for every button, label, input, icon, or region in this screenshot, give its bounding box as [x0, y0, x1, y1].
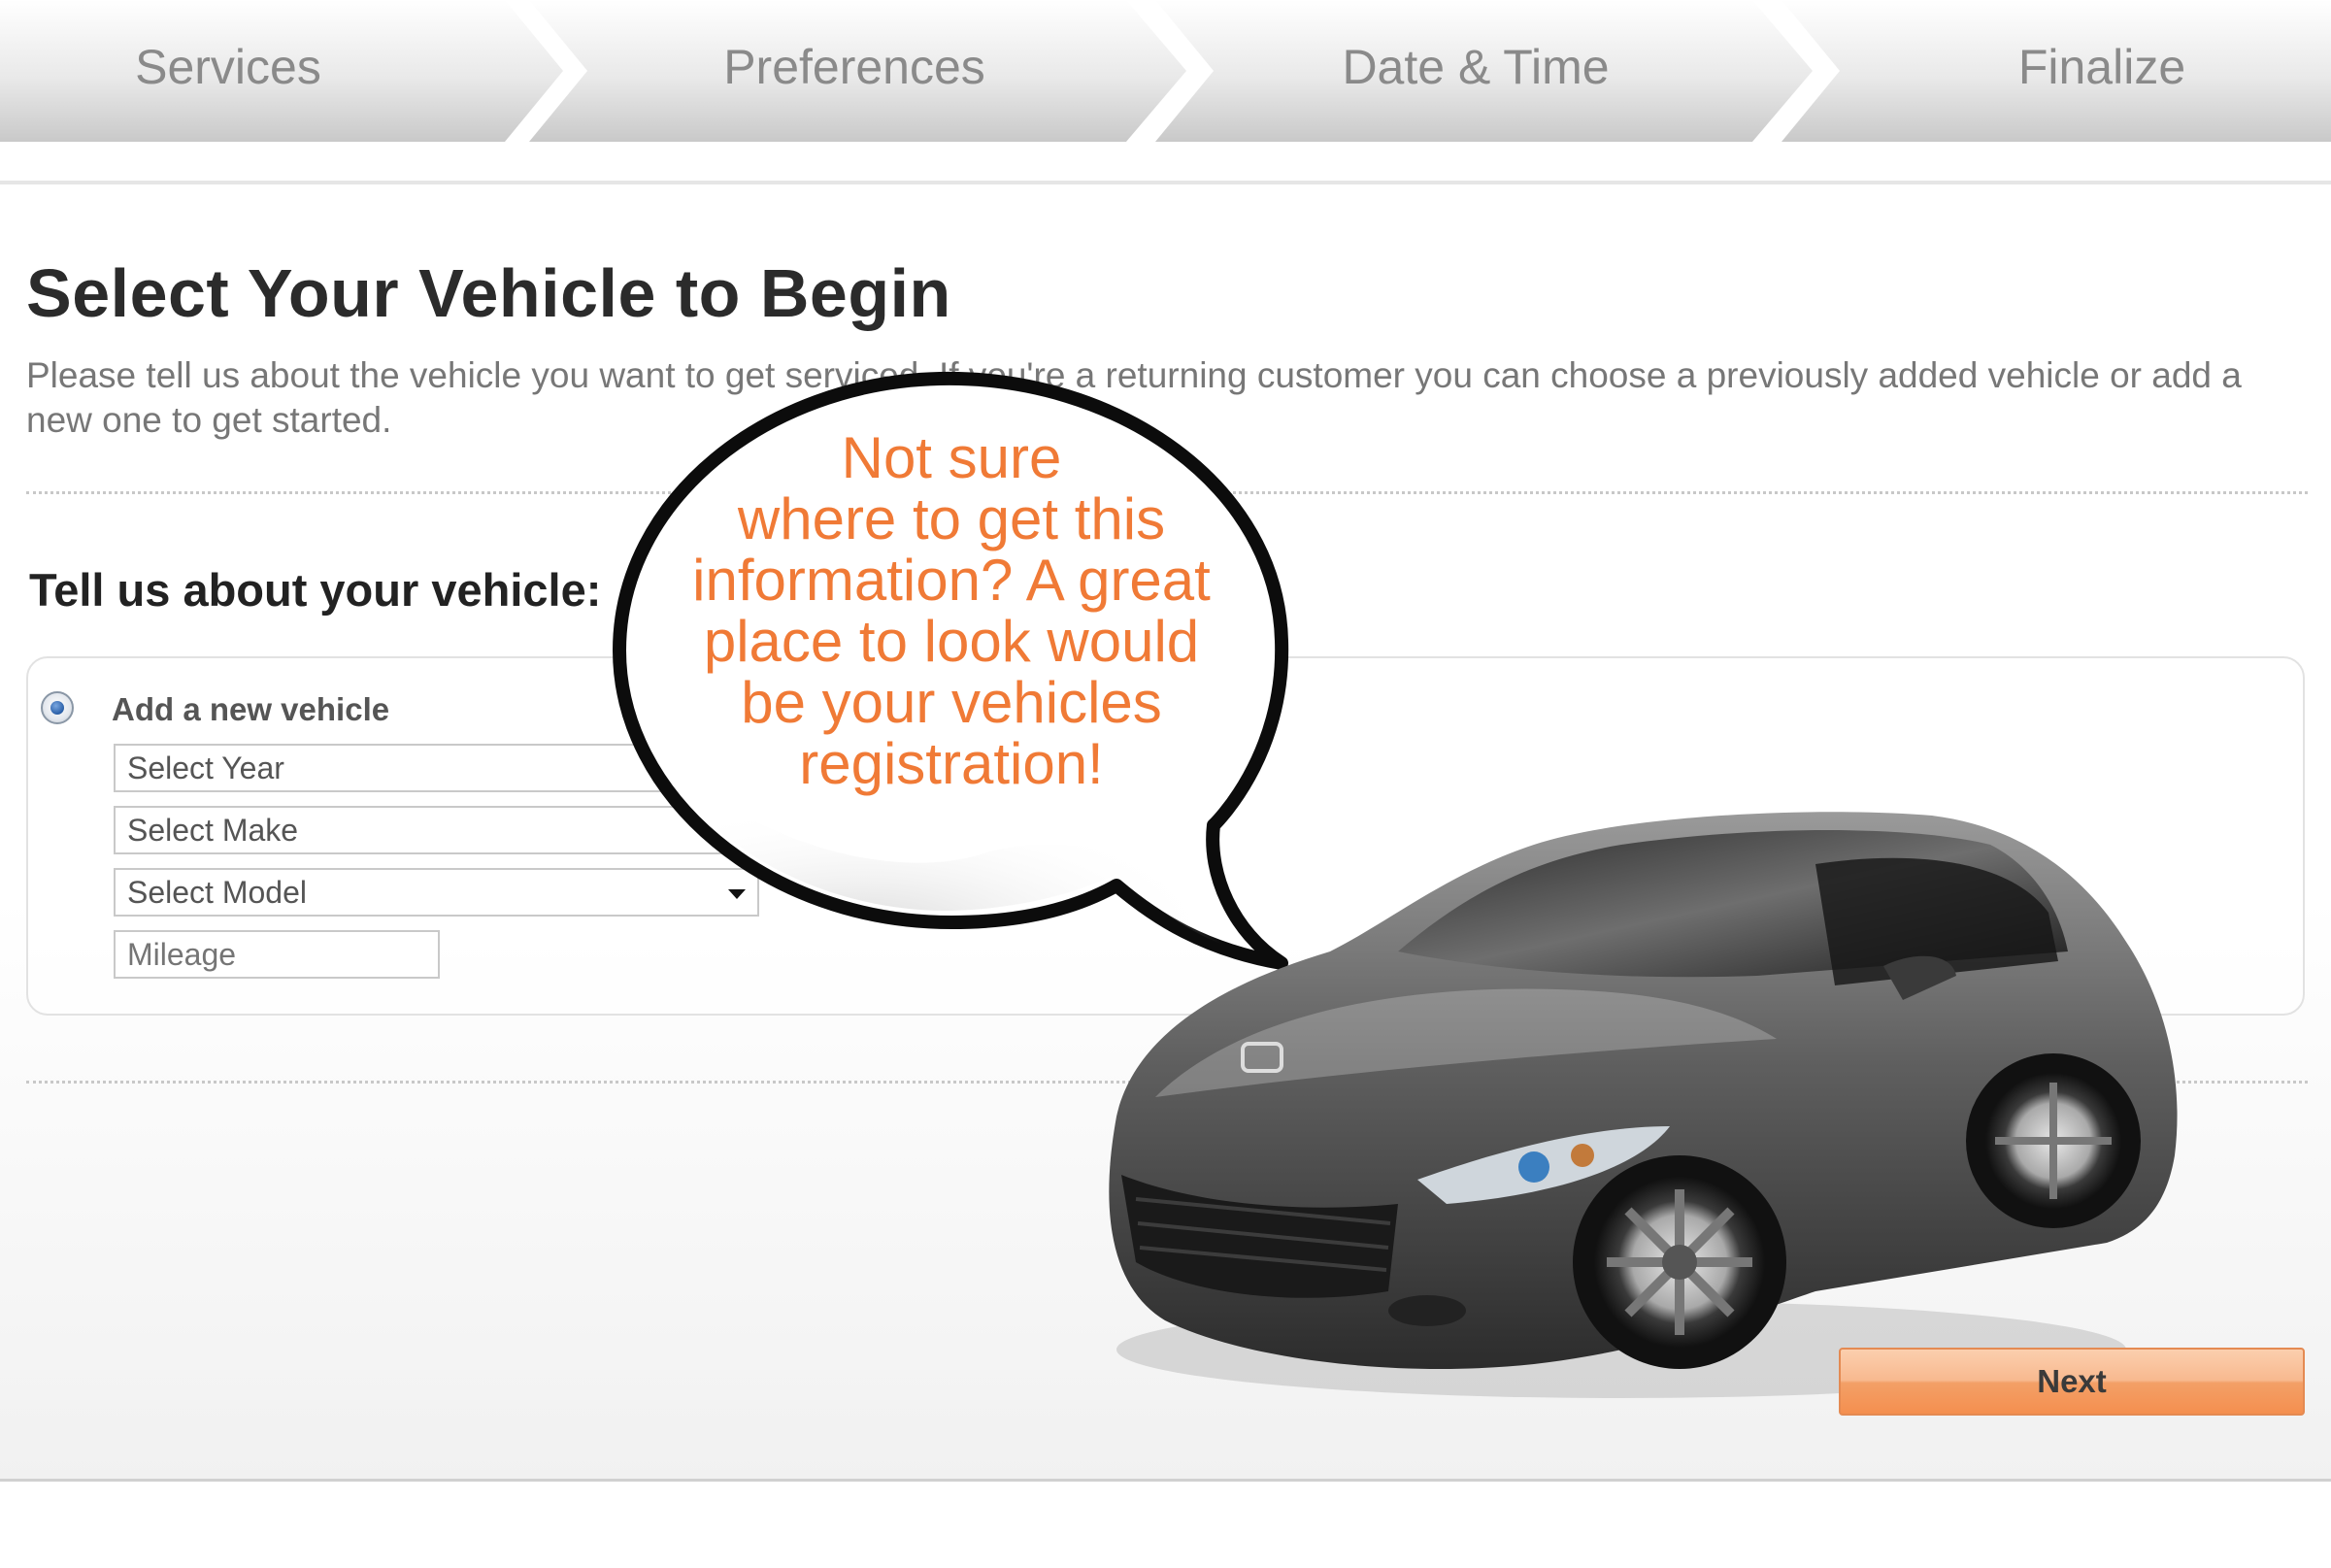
step-finalize[interactable]: Finalize	[1932, 33, 2272, 101]
select-make-value: Select Make	[127, 813, 299, 848]
step-preferences[interactable]: Preferences	[670, 33, 1039, 101]
step-progress-bar: Services Preferences Date & Time Finaliz…	[0, 0, 2331, 146]
callout-line-6: registration!	[799, 731, 1104, 796]
select-year-value: Select Year	[127, 751, 284, 785]
callout-line-4: place to look would	[703, 609, 1200, 674]
callout-line-1: Not sure	[841, 425, 1062, 490]
car-image	[1109, 812, 2178, 1398]
callout-line-2: where to get this	[737, 486, 1166, 551]
callout-line-3: information? A great	[692, 548, 1211, 613]
vehicle-section-heading: Tell us about your vehicle:	[29, 564, 602, 616]
select-model-value: Select Model	[127, 875, 307, 910]
page-title: Select Your Vehicle to Begin	[26, 255, 951, 331]
step-services[interactable]: Services	[58, 33, 398, 101]
footer-divider	[0, 1479, 2331, 1482]
mileage-input[interactable]	[114, 930, 440, 979]
add-new-vehicle-label[interactable]: Add a new vehicle	[112, 691, 389, 728]
registration-callout: Not sure where to get this information? …	[660, 427, 1243, 794]
radio-selected-dot	[50, 701, 64, 715]
add-new-vehicle-radio[interactable]	[41, 691, 74, 724]
callout-line-5: be your vehicles	[741, 670, 1162, 735]
step-date-time[interactable]: Date & Time	[1291, 33, 1660, 101]
next-button[interactable]: Next	[1839, 1348, 2305, 1416]
